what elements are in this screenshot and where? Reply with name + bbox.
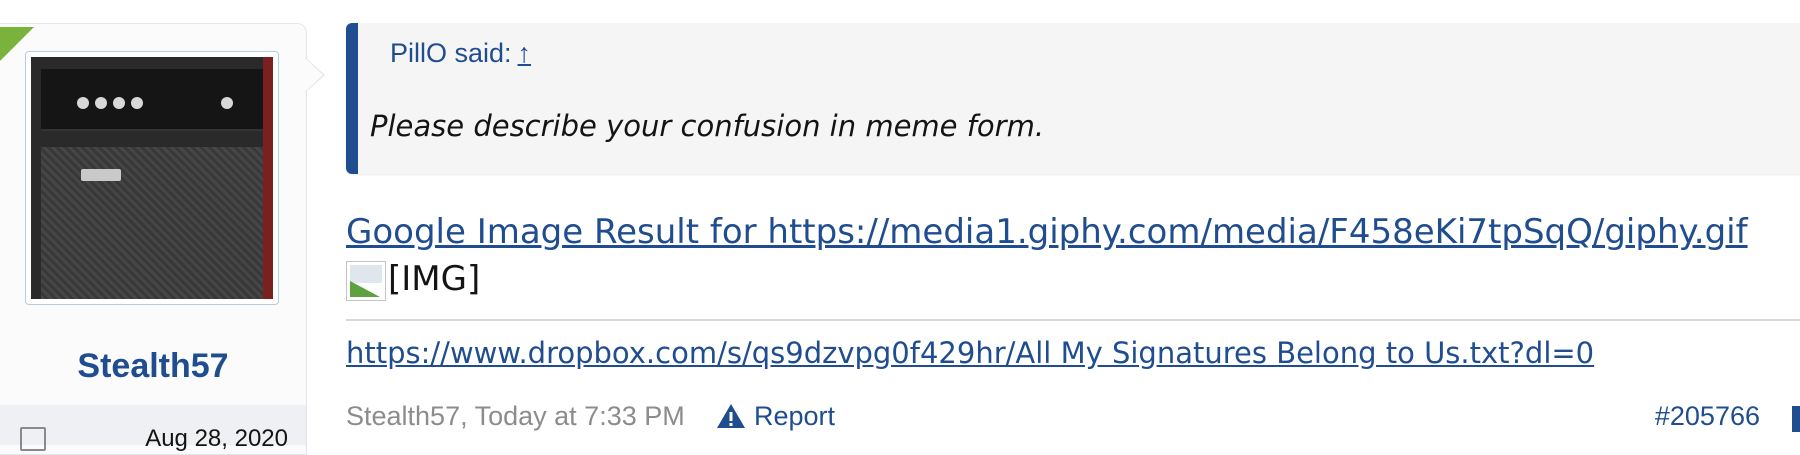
avatar[interactable]	[25, 51, 279, 305]
amp-knob	[95, 97, 107, 109]
post-timestamp[interactable]: Today at 7:33 PM	[475, 401, 685, 431]
quote-header: PillO said: ↑	[390, 38, 531, 69]
broken-image-icon	[346, 261, 386, 301]
user-info-joined: Aug 28, 2020	[0, 405, 306, 452]
amp-badge	[81, 169, 121, 181]
bookmark-icon[interactable]	[1792, 406, 1800, 432]
report-button[interactable]: Report	[754, 401, 835, 432]
amp-cabinet	[41, 147, 263, 299]
avatar-background	[263, 57, 273, 299]
calendar-icon	[20, 427, 46, 451]
post-footer: Stealth57, Today at 7:33 PM Report #2057…	[346, 401, 1800, 437]
warning-icon[interactable]	[716, 403, 746, 429]
quote-block: PillO said: ↑ Please describe your confus…	[346, 23, 1800, 174]
amp-knob	[131, 97, 143, 109]
signature-divider	[346, 319, 1800, 321]
giphy-link[interactable]: Google Image Result for https://media1.g…	[346, 212, 1748, 252]
amp-knob	[77, 97, 89, 109]
signature-link[interactable]: https://www.dropbox.com/s/qs9dzvpg0f429h…	[346, 336, 1594, 370]
quote-jump-arrow-icon[interactable]: ↑	[518, 38, 532, 68]
quote-text: Please describe your confusion in meme f…	[370, 109, 1045, 143]
username[interactable]: Stealth57	[0, 347, 306, 386]
footer-separator: ,	[460, 401, 475, 431]
image-alt-text: [IMG]	[388, 259, 481, 299]
amplifier-avatar-icon	[31, 57, 273, 299]
amp-knob	[113, 97, 125, 109]
post-number[interactable]: #205766	[1655, 401, 1760, 432]
message-pointer-inner	[305, 58, 323, 92]
quote-author: PillO said:	[390, 38, 512, 68]
amp-head	[41, 69, 263, 131]
join-date: Aug 28, 2020	[145, 425, 288, 452]
footer-author[interactable]: Stealth57	[346, 401, 460, 431]
amp-switch	[221, 97, 233, 109]
footer-meta: Stealth57, Today at 7:33 PM	[346, 401, 685, 432]
